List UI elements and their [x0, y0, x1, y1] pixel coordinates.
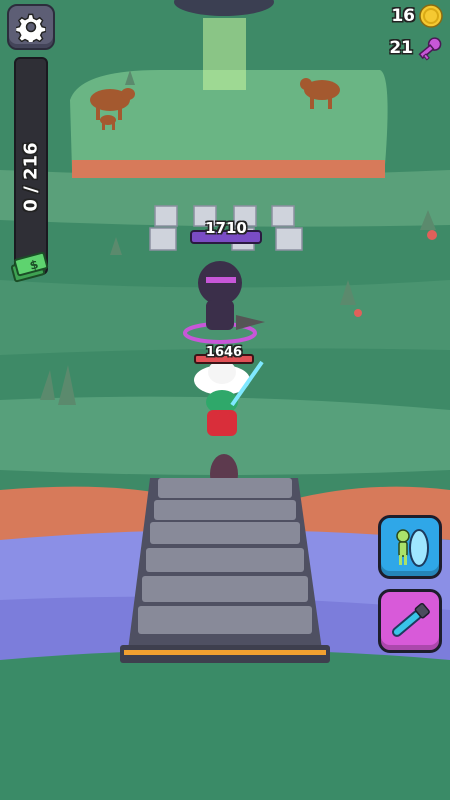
- game-scene: [0, 0, 450, 800]
- alien-portal-icon: [396, 529, 429, 567]
- settings-button[interactable]: [7, 4, 55, 50]
- enemy-health-label: 1710: [205, 219, 247, 237]
- coin-icon: [419, 4, 443, 28]
- key-counter: 21: [389, 34, 444, 62]
- alien-portal-ability-button[interactable]: [378, 515, 442, 579]
- collection-progress-bar: 0 / 216: [14, 57, 48, 275]
- laser-sword-icon: [391, 602, 430, 637]
- coin-count: 16: [391, 6, 415, 26]
- game-world: [0, 0, 450, 800]
- cash-stack-icon: $: [10, 251, 49, 283]
- ufo-beam: [203, 18, 246, 90]
- gear-icon: [16, 13, 46, 42]
- player-health-label: 1646: [205, 345, 243, 360]
- metal-bridge: [120, 478, 330, 663]
- coin-counter: 16: [391, 3, 444, 29]
- laser-sword-ability-button[interactable]: [378, 589, 442, 653]
- key-icon: [418, 37, 442, 61]
- progress-label: 0 / 216: [20, 142, 42, 212]
- key-count: 21: [389, 38, 413, 58]
